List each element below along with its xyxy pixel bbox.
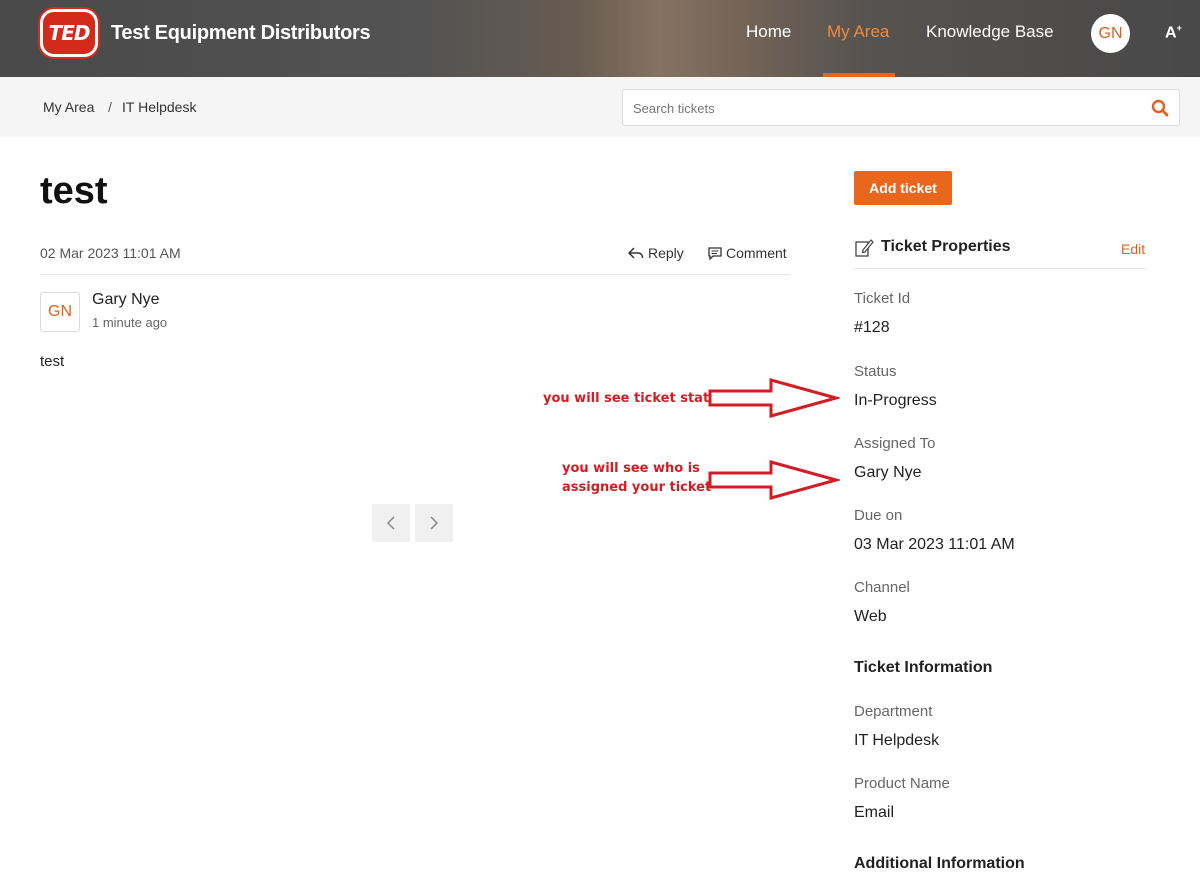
due-on-label: Due on bbox=[854, 507, 903, 524]
comment-button[interactable]: Comment bbox=[708, 245, 787, 261]
assigned-arrow-icon bbox=[708, 460, 840, 500]
thread-divider bbox=[40, 274, 790, 275]
search-box[interactable] bbox=[622, 89, 1180, 126]
reply-label: Reply bbox=[648, 245, 684, 261]
product-name-value: Email bbox=[854, 804, 895, 821]
chevron-right-icon bbox=[430, 516, 439, 530]
author-avatar-initials: GN bbox=[48, 303, 72, 320]
additional-information-heading: Additional Information bbox=[854, 855, 1025, 872]
ticket-id-label: Ticket Id bbox=[854, 290, 911, 307]
ticket-title: test bbox=[40, 170, 108, 212]
edit-document-icon bbox=[855, 239, 874, 257]
nav-knowledge-base[interactable]: Knowledge Base bbox=[926, 22, 1054, 42]
breadcrumb-it-helpdesk[interactable]: IT Helpdesk bbox=[122, 99, 196, 115]
user-avatar[interactable]: GN bbox=[1091, 14, 1130, 53]
chevron-left-icon bbox=[386, 516, 395, 530]
breadcrumb-separator: / bbox=[108, 99, 112, 115]
assigned-to-label: Assigned To bbox=[854, 435, 936, 452]
author-avatar: GN bbox=[40, 292, 80, 332]
company-logo[interactable]: TED bbox=[40, 9, 98, 57]
next-page-button[interactable] bbox=[415, 504, 453, 542]
status-arrow-icon bbox=[708, 378, 840, 418]
comment-label: Comment bbox=[726, 245, 787, 261]
assigned-annotation-line1: you will see who is bbox=[562, 461, 700, 476]
comment-icon bbox=[708, 246, 722, 260]
nav-home[interactable]: Home bbox=[746, 22, 791, 42]
search-input[interactable] bbox=[633, 98, 1133, 118]
font-size-label: A bbox=[1165, 24, 1177, 42]
ticket-id-value: #128 bbox=[854, 319, 890, 336]
status-annotation: you will see ticket status bbox=[543, 391, 727, 406]
properties-divider bbox=[854, 268, 1146, 269]
product-name-label: Product Name bbox=[854, 775, 950, 792]
edit-properties-link[interactable]: Edit bbox=[1121, 241, 1145, 257]
top-navigation-bar: TED Test Equipment Distributors Home My … bbox=[0, 0, 1200, 77]
breadcrumb-my-area[interactable]: My Area bbox=[43, 99, 94, 115]
breadcrumb-bar: My Area / IT Helpdesk bbox=[0, 77, 1200, 137]
channel-label: Channel bbox=[854, 579, 910, 596]
assigned-annotation-line2: assigned your ticket bbox=[562, 480, 712, 495]
search-icon[interactable] bbox=[1151, 99, 1169, 117]
previous-page-button[interactable] bbox=[372, 504, 410, 542]
user-avatar-initials: GN bbox=[1098, 24, 1123, 42]
add-ticket-label: Add ticket bbox=[869, 180, 937, 196]
ticket-properties-title: Ticket Properties bbox=[881, 238, 1011, 255]
add-ticket-button[interactable]: Add ticket bbox=[854, 171, 952, 205]
author-name: Gary Nye bbox=[92, 291, 160, 308]
ticket-body: test bbox=[40, 353, 65, 370]
reply-button[interactable]: Reply bbox=[628, 245, 684, 261]
nav-my-area[interactable]: My Area bbox=[827, 22, 889, 42]
font-size-icon[interactable]: A+ bbox=[1165, 23, 1182, 42]
department-value: IT Helpdesk bbox=[854, 732, 940, 749]
assigned-to-value: Gary Nye bbox=[854, 464, 922, 481]
ticket-date: 02 Mar 2023 11:01 AM bbox=[40, 245, 181, 261]
reply-icon bbox=[628, 247, 644, 259]
status-label: Status bbox=[854, 363, 897, 380]
channel-value: Web bbox=[854, 608, 887, 625]
due-on-value: 03 Mar 2023 11:01 AM bbox=[854, 536, 1015, 553]
department-label: Department bbox=[854, 703, 933, 720]
ticket-information-heading: Ticket Information bbox=[854, 659, 993, 676]
brand-name[interactable]: Test Equipment Distributors bbox=[111, 22, 371, 45]
status-value: In-Progress bbox=[854, 392, 937, 409]
post-time-ago: 1 minute ago bbox=[92, 315, 168, 330]
logo-text: TED bbox=[48, 21, 91, 45]
